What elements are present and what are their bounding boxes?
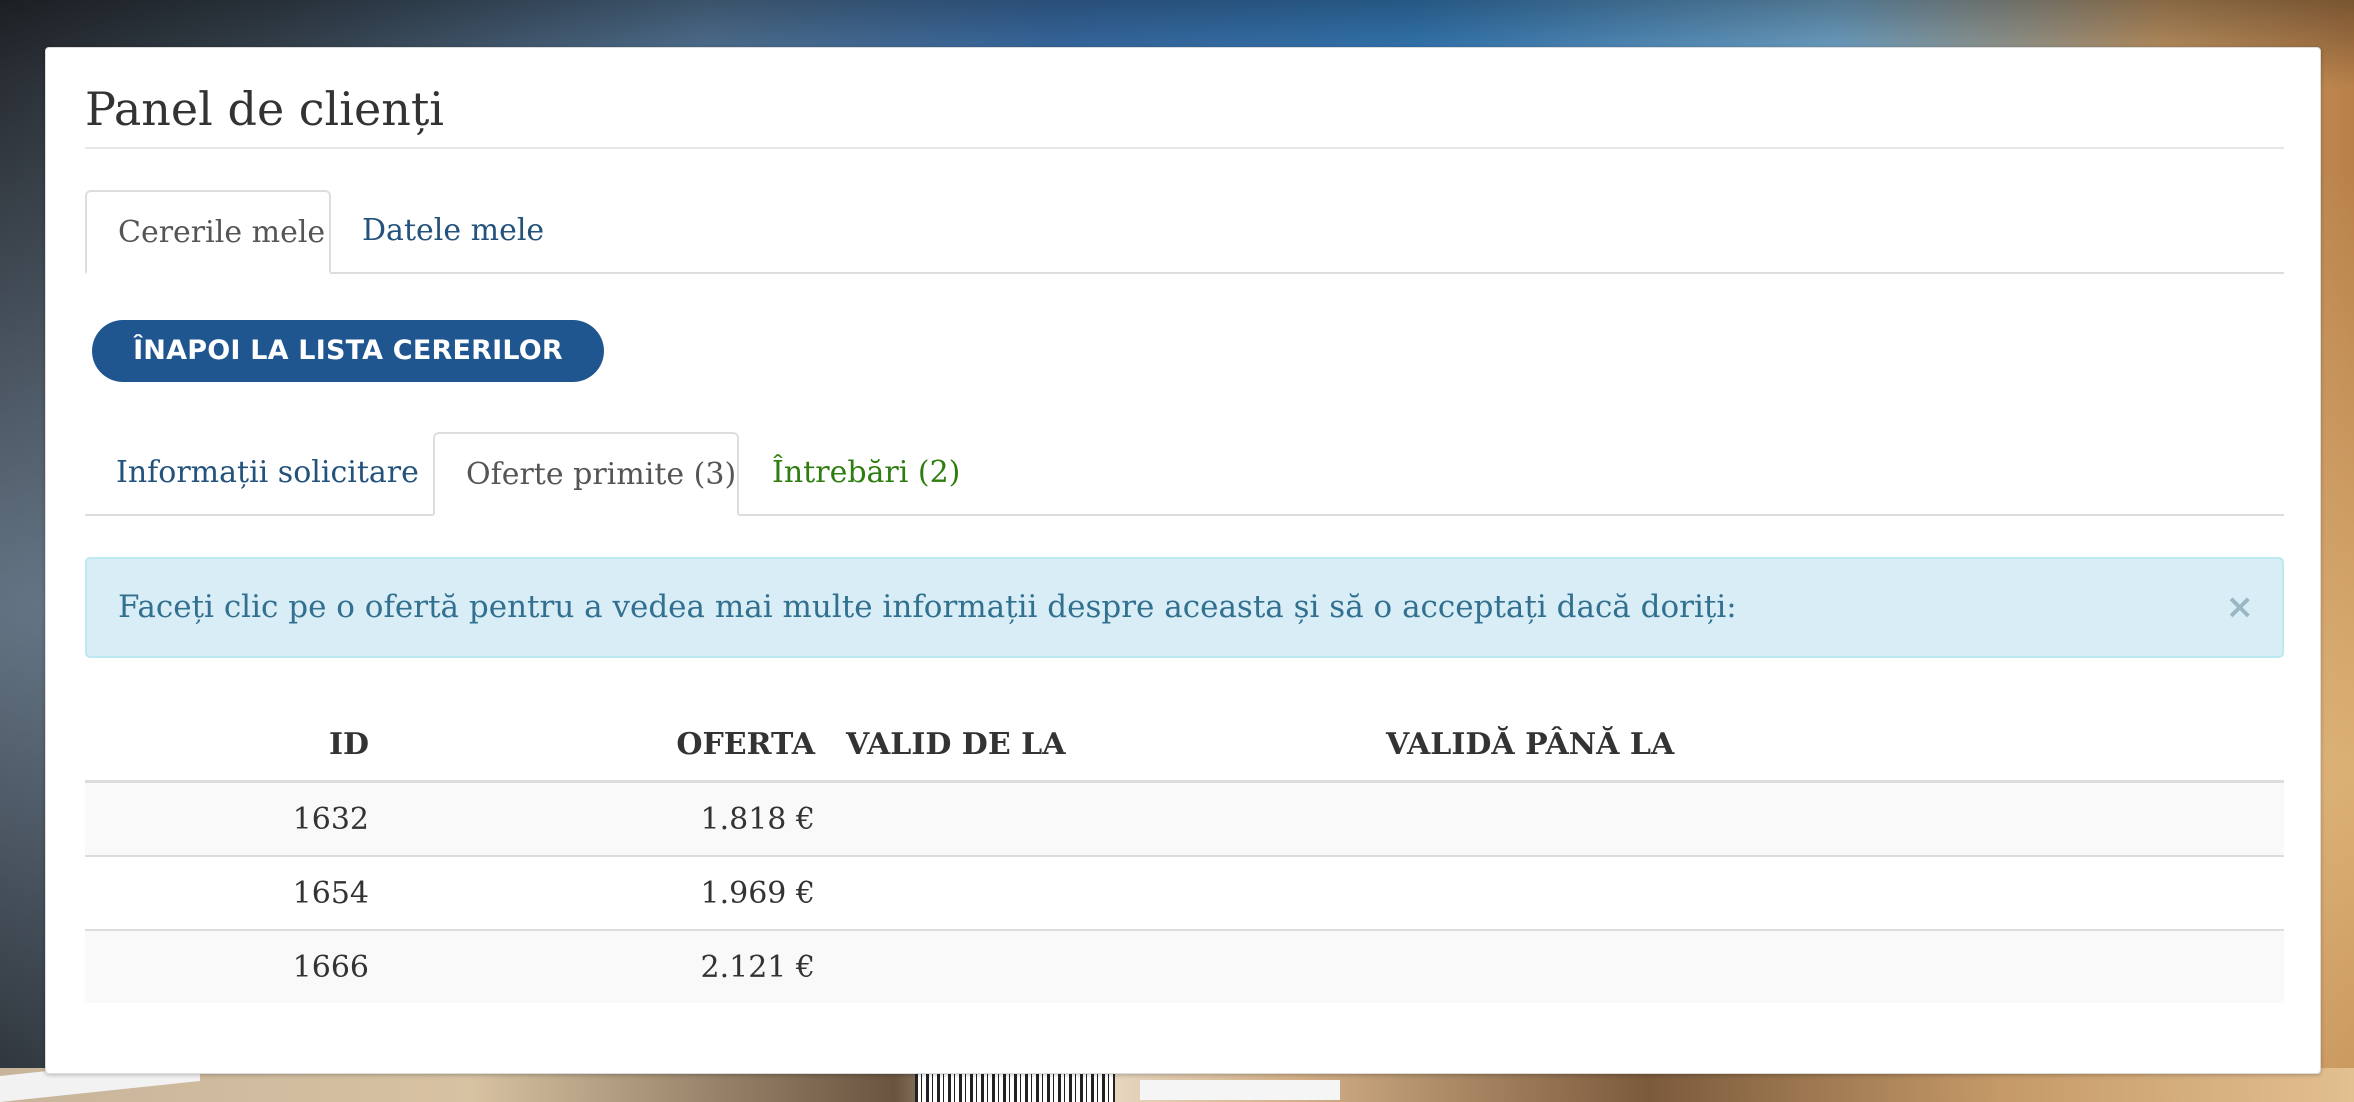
- header-valid-from: VALID DE LA: [815, 708, 1386, 783]
- table-row[interactable]: 1632 1.818 €: [85, 781, 2284, 856]
- main-tabs: Cererile mele Datele mele: [85, 190, 2284, 274]
- alert-text: Faceți clic pe o ofertă pentru a vedea m…: [118, 589, 1737, 625]
- tab-questions[interactable]: Întrebări (2): [741, 432, 991, 514]
- cell-valid-from: [815, 781, 1386, 856]
- cell-id: 1666: [85, 929, 369, 1003]
- close-icon[interactable]: ×: [2226, 559, 2255, 656]
- client-panel: Panel de clienți Cererile mele Datele me…: [45, 47, 2321, 1074]
- header-valid-until: VALIDĂ PÂNĂ LA: [1386, 708, 2284, 783]
- header-id: ID: [85, 708, 369, 783]
- cell-valid-until: [1386, 781, 2284, 856]
- table-row[interactable]: 1666 2.121 €: [85, 929, 2284, 1003]
- page-title: Panel de clienți: [85, 82, 445, 136]
- cell-valid-until: [1386, 929, 2284, 1003]
- cell-offer: 1.818 €: [369, 781, 815, 856]
- background-label: [1140, 1080, 1340, 1100]
- info-alert: Faceți clic pe o ofertă pentru a vedea m…: [85, 557, 2284, 658]
- cell-id: 1654: [85, 855, 369, 930]
- tab-my-requests[interactable]: Cererile mele: [85, 190, 331, 274]
- tab-request-info[interactable]: Informații solicitare: [85, 432, 450, 514]
- header-offer: OFERTA: [369, 708, 815, 783]
- cell-offer: 1.969 €: [369, 855, 815, 930]
- cell-valid-until: [1386, 855, 2284, 930]
- table-header-row: ID OFERTA VALID DE LA VALIDĂ PÂNĂ LA: [85, 708, 2284, 783]
- cell-id: 1632: [85, 781, 369, 856]
- table-row[interactable]: 1654 1.969 €: [85, 855, 2284, 930]
- tab-my-data[interactable]: Datele mele: [331, 190, 575, 272]
- cell-valid-from: [815, 855, 1386, 930]
- cell-valid-from: [815, 929, 1386, 1003]
- request-tabs: Informații solicitare Oferte primite (3)…: [85, 432, 2284, 516]
- back-to-requests-button[interactable]: ÎNAPOI LA LISTA CERERILOR MELE: [92, 320, 604, 428]
- offers-table: ID OFERTA VALID DE LA VALIDĂ PÂNĂ LA 163…: [85, 708, 2284, 1003]
- title-divider: [85, 147, 2284, 149]
- cell-offer: 2.121 €: [369, 929, 815, 1003]
- background-barcode: [915, 1072, 1115, 1102]
- tab-offers-received[interactable]: Oferte primite (3): [433, 432, 739, 516]
